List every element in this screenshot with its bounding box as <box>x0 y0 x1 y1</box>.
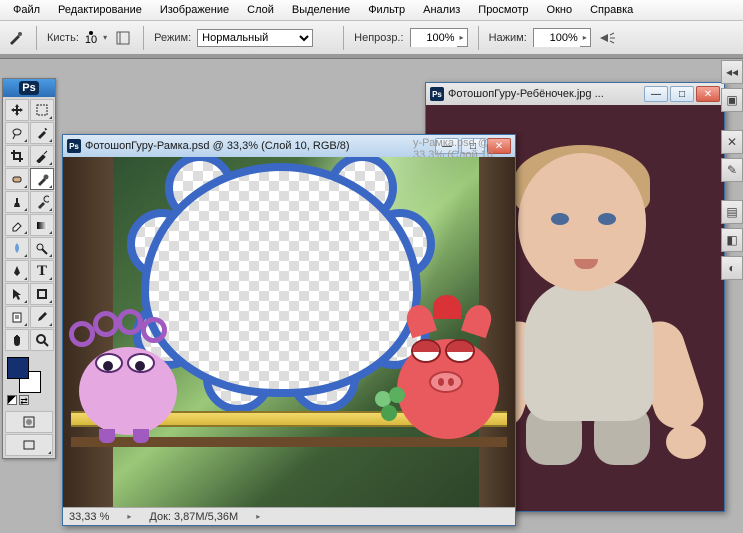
blend-mode-select[interactable]: Нормальный <box>197 29 313 47</box>
zoom-level[interactable]: 33,33 % <box>69 511 109 523</box>
minimize-button[interactable]: ― <box>644 86 668 102</box>
marquee-tool[interactable] <box>30 99 54 121</box>
slice-tool[interactable] <box>30 145 54 167</box>
flow-input[interactable]: ▸ <box>533 28 591 47</box>
menu-image[interactable]: Изображение <box>151 1 238 19</box>
dodge-tool[interactable] <box>30 237 54 259</box>
status-bar: 33,33 % ▸ Док: 3,87M/5,36М ▸ <box>63 507 515 525</box>
brush-panel-toggle[interactable] <box>113 28 133 48</box>
screenmode-toggle[interactable] <box>5 434 53 456</box>
maximize-button[interactable]: □ <box>461 138 485 154</box>
eyedropper-tool[interactable] <box>30 306 54 328</box>
stamp-tool[interactable] <box>5 191 29 213</box>
dock-expand-icon[interactable]: ◂◂ <box>721 60 743 84</box>
navigator-panel-icon[interactable]: ▣ <box>721 88 743 112</box>
close-button[interactable]: ✕ <box>487 138 511 154</box>
path-select-tool[interactable] <box>5 283 29 305</box>
eraser-tool[interactable] <box>5 214 29 236</box>
brush-label: Кисть: <box>47 32 79 44</box>
color-panel-icon[interactable]: ✕ <box>721 130 743 154</box>
hand-tool[interactable] <box>5 329 29 351</box>
tool-preset-picker[interactable] <box>6 28 26 48</box>
layers-panel-icon[interactable]: ▤ <box>721 200 743 224</box>
menu-view[interactable]: Просмотр <box>469 1 537 19</box>
opacity-input[interactable]: ▸ <box>410 28 468 47</box>
minimize-button[interactable]: ― <box>435 138 459 154</box>
mode-label: Режим: <box>154 32 191 44</box>
maximize-button[interactable]: □ <box>670 86 694 102</box>
channels-panel-icon[interactable]: ◧ <box>721 228 743 252</box>
opacity-label: Непрозр.: <box>354 32 403 44</box>
menu-window[interactable]: Окно <box>538 1 582 19</box>
color-swatches: ⇄ <box>3 353 55 409</box>
default-colors-icon[interactable] <box>7 395 17 405</box>
menu-edit[interactable]: Редактирование <box>49 1 151 19</box>
title-baby: ФотошопГуру-Ребёночек.jpg ... <box>448 88 640 100</box>
healing-tool[interactable] <box>5 168 29 190</box>
pig-character-illustration <box>389 309 509 439</box>
menu-bar: Файл Редактирование Изображение Слой Выд… <box>0 0 743 21</box>
move-tool[interactable] <box>5 99 29 121</box>
document-icon: Ps <box>67 139 81 153</box>
crop-tool[interactable] <box>5 145 29 167</box>
brush-size-value: 10 <box>85 35 97 45</box>
title-frame: ФотошопГуру-Рамка.psd @ 33,3% (Слой 10, … <box>85 140 431 152</box>
airbrush-toggle[interactable] <box>597 28 617 48</box>
sheep-character-illustration <box>69 317 187 435</box>
tools-panel: Ps T ⇄ <box>2 78 56 459</box>
pen-tool[interactable] <box>5 260 29 282</box>
tools-header[interactable]: Ps <box>3 79 55 97</box>
blur-tool[interactable] <box>5 237 29 259</box>
document-window-frame: Ps ФотошопГуру-Рамка.psd @ 33,3% (Слой 1… <box>62 134 516 526</box>
close-button[interactable]: ✕ <box>696 86 720 102</box>
brush-tool[interactable] <box>30 168 54 190</box>
brush-preset-picker[interactable]: 10 <box>85 31 97 45</box>
chevron-down-icon[interactable]: ▸ <box>580 33 590 42</box>
menu-analysis[interactable]: Анализ <box>414 1 469 19</box>
chevron-right-icon[interactable]: ▸ <box>127 512 131 521</box>
type-tool[interactable]: T <box>30 260 54 282</box>
document-icon: Ps <box>430 87 444 101</box>
foreground-color-swatch[interactable] <box>7 357 29 379</box>
paths-panel-icon[interactable]: ◐ <box>721 256 743 280</box>
chevron-down-icon[interactable]: ▸ <box>457 33 467 42</box>
app-logo-icon: Ps <box>19 81 38 95</box>
menu-filter[interactable]: Фильтр <box>359 1 414 19</box>
chevron-right-icon[interactable]: ▸ <box>256 512 260 521</box>
menu-file[interactable]: Файл <box>4 1 49 19</box>
doc-size: Док: 3,87M/5,36М <box>149 511 238 523</box>
gradient-tool[interactable] <box>30 214 54 236</box>
shape-tool[interactable] <box>30 283 54 305</box>
right-dock: ◂◂ ▣ ✕ ✎ ▤ ◧ ◐ <box>721 60 743 284</box>
quickmask-toggle[interactable] <box>5 411 53 433</box>
menu-select[interactable]: Выделение <box>283 1 359 19</box>
canvas-frame[interactable] <box>63 157 515 507</box>
zoom-tool[interactable] <box>30 329 54 351</box>
titlebar-frame[interactable]: Ps ФотошопГуру-Рамка.psd @ 33,3% (Слой 1… <box>63 135 515 157</box>
options-bar: Кисть: 10 ▾ Режим: Нормальный Непрозр.: … <box>0 21 743 55</box>
menu-help[interactable]: Справка <box>581 1 642 19</box>
swatches-panel-icon[interactable]: ✎ <box>721 158 743 182</box>
titlebar-baby[interactable]: Ps ФотошопГуру-Ребёночек.jpg ... ― □ ✕ <box>426 83 724 105</box>
notes-tool[interactable] <box>5 306 29 328</box>
menu-layer[interactable]: Слой <box>238 1 283 19</box>
lasso-tool[interactable] <box>5 122 29 144</box>
flow-label: Нажим: <box>489 32 527 44</box>
history-brush-tool[interactable] <box>30 191 54 213</box>
wand-tool[interactable] <box>30 122 54 144</box>
swap-colors-icon[interactable]: ⇄ <box>19 395 29 405</box>
